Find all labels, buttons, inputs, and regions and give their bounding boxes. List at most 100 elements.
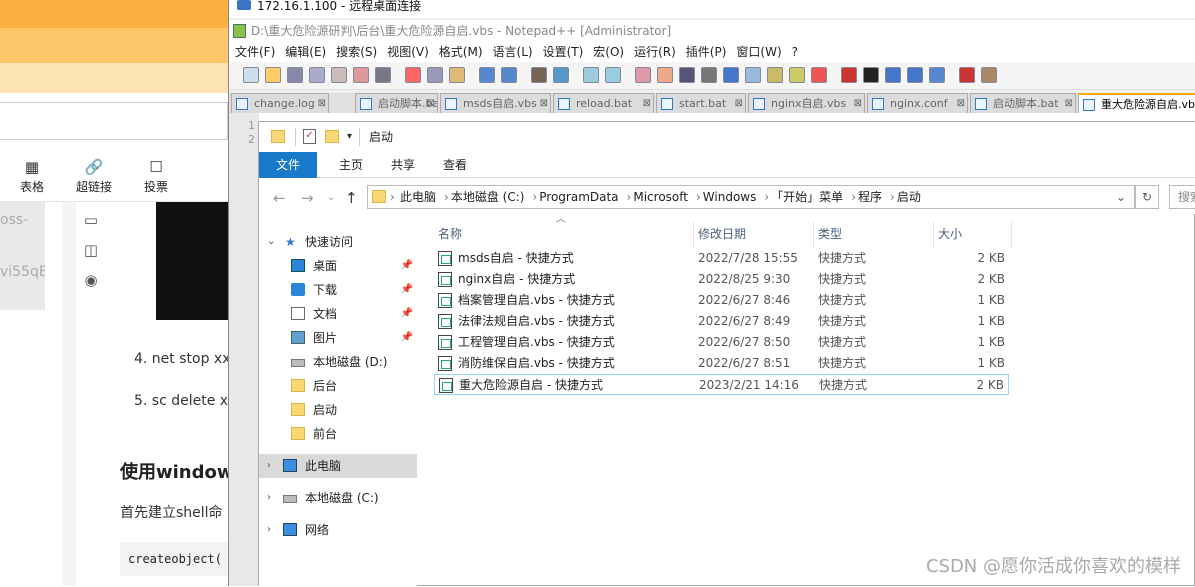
spell-icon[interactable] xyxy=(959,67,975,83)
sync-v-icon[interactable] xyxy=(635,67,651,83)
ribbon-tab[interactable]: 共享 xyxy=(381,152,425,178)
breadcrumb-item[interactable]: 「开始」菜单 xyxy=(771,190,843,204)
zoom-out-icon[interactable] xyxy=(605,67,621,83)
tab-close-icon[interactable]: ⊠ xyxy=(643,94,651,113)
breadcrumb-item[interactable]: 启动 xyxy=(897,190,921,204)
file-row[interactable]: 法律法规自启.vbs - 快捷方式 2022/6/27 8:49 快捷方式 1 KB xyxy=(434,311,1009,332)
npp-tab[interactable]: nginx自启.vbs ⊠ xyxy=(748,93,865,113)
npp-tab[interactable]: msds自启.vbs ⊠ xyxy=(440,93,551,113)
copy-icon[interactable] xyxy=(427,67,443,83)
pin-icon[interactable]: 📌 xyxy=(401,278,413,302)
save-all-icon[interactable] xyxy=(309,67,325,83)
tool-link[interactable]: 🔗 超链接 xyxy=(66,156,122,195)
menu-item[interactable]: ? xyxy=(792,45,798,59)
refresh-icon[interactable]: ↻ xyxy=(1135,185,1159,209)
func-list-icon[interactable] xyxy=(789,67,805,83)
undo-icon[interactable] xyxy=(479,67,495,83)
column-header-name[interactable]: 名称 xyxy=(434,222,694,248)
chevron-down-icon[interactable]: ▾ xyxy=(347,122,352,152)
show-all-icon[interactable] xyxy=(701,67,717,83)
nav-item[interactable]: 图片 📌 xyxy=(259,326,417,350)
nav-quick-access[interactable]: ⌄ ★ 快速访问 xyxy=(259,230,417,254)
zoom-in-icon[interactable] xyxy=(583,67,599,83)
map-icon[interactable] xyxy=(767,67,783,83)
play-icon[interactable] xyxy=(885,67,901,83)
menu-item[interactable]: 窗口(W) xyxy=(736,45,781,59)
pin-icon[interactable]: 📌 xyxy=(401,254,413,278)
panel-icon[interactable]: ▭ xyxy=(80,205,102,235)
recent-chevron-icon[interactable]: ⌄ xyxy=(327,192,335,203)
pin-icon[interactable]: 📌 xyxy=(401,302,413,326)
file-row[interactable]: 档案管理自启.vbs - 快捷方式 2022/6/27 8:46 快捷方式 1 KB xyxy=(434,290,1009,311)
close-icon[interactable] xyxy=(331,67,347,83)
file-row[interactable]: msds自启 - 快捷方式 2022/7/28 15:55 快捷方式 2 KB xyxy=(434,248,1009,269)
tab-close-icon[interactable]: ⊠ xyxy=(540,94,548,113)
menu-item[interactable]: 设置(T) xyxy=(543,45,584,59)
column-header-size[interactable]: 大小 xyxy=(934,222,1012,248)
nav-item[interactable]: 文档 📌 xyxy=(259,302,417,326)
save-macro-icon[interactable] xyxy=(929,67,945,83)
expand-chevron-icon[interactable]: › xyxy=(267,518,271,542)
breadcrumb-item[interactable]: 程序 xyxy=(858,190,882,204)
file-row[interactable]: nginx自启 - 快捷方式 2022/8/25 9:30 快捷方式 2 KB xyxy=(434,269,1009,290)
up-arrow-icon[interactable]: ↑ xyxy=(345,189,358,207)
wrap-icon[interactable] xyxy=(679,67,695,83)
address-bar[interactable]: › 此电脑 › 本地磁盘 (C:) › ProgramData › Microsoft › Wi… xyxy=(367,185,1135,209)
column-header-type[interactable]: 类型 xyxy=(814,222,934,248)
pin-icon[interactable]: 📌 xyxy=(401,326,413,350)
folder-ws-icon[interactable] xyxy=(811,67,827,83)
forward-arrow-icon[interactable]: → xyxy=(301,189,314,207)
npp-tab[interactable]: change.log ⊠ xyxy=(231,93,329,113)
nav-item[interactable]: 前台 xyxy=(259,422,417,446)
find-icon[interactable] xyxy=(531,67,547,83)
ribbon-tab[interactable]: 文件 xyxy=(259,152,317,178)
play-multi-icon[interactable] xyxy=(907,67,923,83)
nav-local-c[interactable]: › 本地磁盘 (C:) xyxy=(259,486,417,510)
editor-title-input[interactable] xyxy=(0,102,228,140)
sync-h-icon[interactable] xyxy=(657,67,673,83)
ribbon-tab[interactable]: 查看 xyxy=(433,152,477,178)
tab-close-icon[interactable]: ⊠ xyxy=(318,94,326,113)
breadcrumb-item[interactable]: 本地磁盘 (C:) xyxy=(451,190,525,204)
eye-icon[interactable]: ◉ xyxy=(80,265,102,295)
menu-item[interactable]: 编辑(E) xyxy=(285,45,326,59)
expand-chevron-icon[interactable]: ⌄ xyxy=(267,230,275,254)
menu-item[interactable]: 文件(F) xyxy=(235,45,275,59)
nav-this-pc[interactable]: › 此电脑 xyxy=(259,454,417,478)
properties-icon[interactable]: ✓ xyxy=(303,129,316,144)
tool-table[interactable]: ▦ 表格 xyxy=(4,156,60,195)
columns-icon[interactable]: ◫ xyxy=(80,235,102,265)
address-dropdown-icon[interactable]: ⌄ xyxy=(1116,186,1126,208)
tab-close-icon[interactable]: ⊠ xyxy=(957,94,965,113)
paste-icon[interactable] xyxy=(449,67,465,83)
menu-item[interactable]: 格式(M) xyxy=(439,45,483,59)
tab-close-icon[interactable]: ⊠ xyxy=(854,94,862,113)
breadcrumb-item[interactable]: 此电脑 xyxy=(400,190,436,204)
print-icon[interactable] xyxy=(375,67,391,83)
nav-item[interactable]: 下载 📌 xyxy=(259,278,417,302)
menu-item[interactable]: 运行(R) xyxy=(634,45,676,59)
file-row[interactable]: 消防维保自启.vbs - 快捷方式 2022/6/27 8:51 快捷方式 1 KB xyxy=(434,353,1009,374)
breadcrumb-item[interactable]: Microsoft xyxy=(633,190,688,204)
column-header-date[interactable]: 修改日期 xyxy=(694,222,814,248)
open-icon[interactable] xyxy=(265,67,281,83)
menu-item[interactable]: 插件(P) xyxy=(686,45,727,59)
expand-chevron-icon[interactable]: › xyxy=(267,486,271,510)
scroll-strip[interactable] xyxy=(62,202,76,586)
ribbon-tab[interactable]: 主页 xyxy=(329,152,373,178)
npp-tab[interactable]: start.bat ⊠ xyxy=(656,93,746,113)
lang-icon[interactable] xyxy=(745,67,761,83)
expand-chevron-icon[interactable]: › xyxy=(267,454,271,478)
file-row[interactable]: 重大危险源自启 - 快捷方式 2023/2/21 14:16 快捷方式 2 KB xyxy=(434,374,1009,395)
tab-close-icon[interactable]: ⊠ xyxy=(735,94,743,113)
tab-close-icon[interactable]: ⊠ xyxy=(1065,94,1073,113)
redo-icon[interactable] xyxy=(501,67,517,83)
breadcrumb-item[interactable]: ProgramData xyxy=(539,190,618,204)
nav-item[interactable]: 本地磁盘 (D:) xyxy=(259,350,417,374)
stop-icon[interactable] xyxy=(863,67,879,83)
npp-tab[interactable]: reload.bat ⊠ xyxy=(553,93,654,113)
indent-guide-icon[interactable] xyxy=(723,67,739,83)
cut-icon[interactable] xyxy=(405,67,421,83)
replace-icon[interactable] xyxy=(553,67,569,83)
tool-vote[interactable]: ☐ 投票 xyxy=(128,156,184,195)
